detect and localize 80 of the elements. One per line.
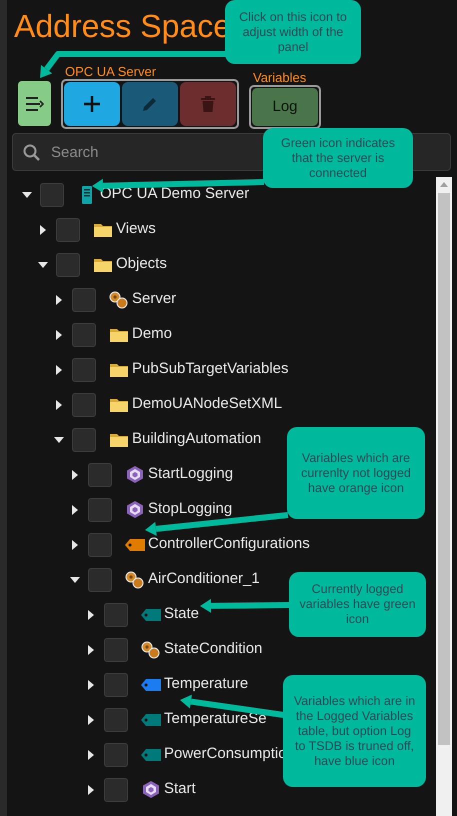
menu-icon <box>26 96 44 110</box>
tree-checkbox[interactable] <box>104 742 128 766</box>
tree-checkbox[interactable] <box>104 672 128 696</box>
folder-icon <box>94 258 112 272</box>
tree-checkbox[interactable] <box>72 358 96 382</box>
tree-checkbox[interactable] <box>88 462 112 486</box>
menu-button[interactable] <box>18 81 51 126</box>
callout-tooltip: Click on this icon to adjust width of the panel <box>225 0 361 64</box>
tree-item-label[interactable]: Demo <box>132 323 172 346</box>
tree-item-label[interactable]: Objects <box>116 253 167 276</box>
tree-checkbox[interactable] <box>104 708 128 732</box>
callout-tooltip: Variables which are in the Logged Variables table, but option Log to TSDB is truned off, have blue icon <box>283 675 426 787</box>
tree-item-label[interactable]: AirConditioner_1 <box>148 568 260 591</box>
callout-tooltip: Variables which are currenlty not logged have orange icon <box>287 427 425 519</box>
search-icon <box>23 144 40 161</box>
caret-right-icon <box>88 750 94 760</box>
tree-item-label[interactable]: Server <box>132 288 176 311</box>
tree-checkbox[interactable] <box>104 638 128 662</box>
caret-right-icon <box>88 714 94 724</box>
gears-icon <box>141 640 161 658</box>
folder-icon <box>110 362 128 376</box>
caret-right-icon <box>56 330 62 340</box>
tree-item-label[interactable]: State <box>164 603 200 626</box>
group-label: OPC UA Server <box>65 64 156 79</box>
tree-checkbox[interactable] <box>88 498 112 522</box>
tree-checkbox[interactable] <box>56 218 80 242</box>
caret-right-icon <box>56 294 62 304</box>
caret-right-icon <box>88 680 94 690</box>
plus-icon <box>83 95 101 113</box>
cube-icon <box>143 781 159 798</box>
callout-tooltip: Currently logged variables have green icon <box>289 572 426 637</box>
folder-icon <box>110 328 128 342</box>
tree-checkbox[interactable] <box>40 182 64 206</box>
tree-checkbox[interactable] <box>72 322 96 346</box>
callout-tooltip: Green icon indicates that the server is connected <box>263 128 413 188</box>
caret-right-icon <box>56 364 62 374</box>
group-label: Variables <box>253 70 306 85</box>
tree-item-label[interactable]: Start <box>164 778 196 801</box>
trash-icon <box>201 96 215 112</box>
tree-checkbox[interactable] <box>72 288 96 312</box>
tree-checkbox[interactable] <box>104 778 128 802</box>
gears-icon <box>125 570 145 588</box>
gears-icon <box>109 290 129 308</box>
tree-checkbox[interactable] <box>104 602 128 626</box>
folder-icon <box>110 398 128 412</box>
tree-checkbox[interactable] <box>72 392 96 416</box>
tree-checkbox[interactable] <box>88 532 112 556</box>
tree-item-label[interactable]: BuildingAutomation <box>132 428 262 451</box>
caret-right-icon <box>56 400 62 410</box>
cube-icon <box>127 466 143 483</box>
caret-down-icon <box>38 262 48 268</box>
tree-checkbox[interactable] <box>72 428 96 452</box>
caret-right-icon <box>72 470 78 480</box>
caret-right-icon <box>88 610 94 620</box>
tree-item-label[interactable]: ControllerConfigurations <box>148 533 310 556</box>
add-button[interactable] <box>64 82 120 126</box>
tree-checkbox[interactable] <box>56 252 80 276</box>
caret-right-icon <box>72 504 78 514</box>
folder-icon <box>94 222 112 236</box>
server-icon <box>82 186 92 204</box>
tree-item-label[interactable]: StartLogging <box>148 463 234 486</box>
caret-down-icon <box>54 436 64 442</box>
caret-right-icon <box>40 224 46 234</box>
tree-item-label[interactable]: PubSubTargetVariables <box>132 358 288 381</box>
tree-checkbox[interactable] <box>88 568 112 592</box>
folder-icon <box>110 432 128 446</box>
tree-item-label[interactable]: Temperature <box>164 673 248 696</box>
caret-right-icon <box>88 784 94 794</box>
tree-item-label[interactable]: DemoUANodeSetXML <box>132 393 282 416</box>
caret-down-icon <box>70 576 80 582</box>
tree-item-label[interactable]: StateCondition <box>164 638 262 661</box>
cube-icon <box>127 501 143 518</box>
caret-down-icon <box>22 192 32 198</box>
tree-item-label[interactable]: Views <box>116 218 156 241</box>
tree-item-label[interactable]: StopLogging <box>148 498 232 521</box>
pencil-icon <box>142 96 158 112</box>
caret-right-icon <box>88 644 94 654</box>
caret-right-icon <box>72 540 78 550</box>
tree-item-label[interactable]: TemperatureSe <box>164 708 267 731</box>
scrollbar[interactable] <box>436 177 452 816</box>
